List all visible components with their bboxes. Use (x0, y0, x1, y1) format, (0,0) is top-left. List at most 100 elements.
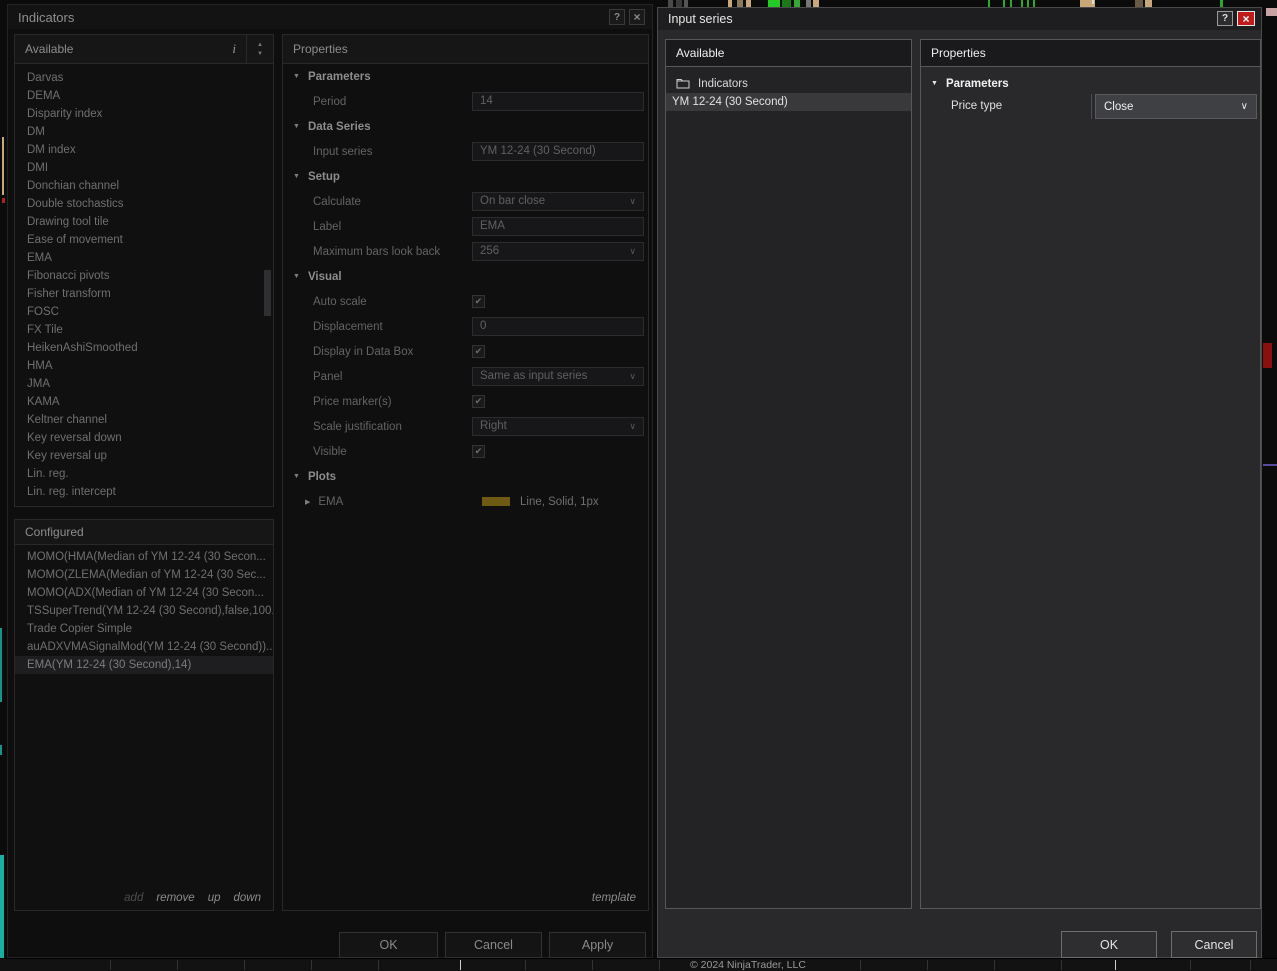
checkbox-visible[interactable]: ✔ (472, 445, 485, 458)
chart-candle-mark (684, 0, 688, 7)
available-panel: Available i ▲ ▼ Darvas DEMA Disparity inde… (14, 34, 274, 507)
info-icon[interactable]: i (222, 41, 246, 57)
cancel-button[interactable]: Cancel (1171, 931, 1257, 958)
add-link[interactable]: add (124, 892, 143, 904)
help-button[interactable]: ? (609, 9, 625, 25)
available-indicator-item[interactable]: FX Tile (15, 321, 273, 339)
configured-indicator-item[interactable]: MOMO(ZLEMA(Median of YM 12-24 (30 Sec... (15, 566, 273, 584)
group-label: Visual (307, 270, 342, 283)
remove-link[interactable]: remove (156, 892, 194, 904)
available-indicator-item[interactable]: JMA (15, 375, 273, 393)
available-indicator-item[interactable]: Darvas (15, 69, 273, 87)
select-panel[interactable]: Same as input series ∨ (472, 367, 644, 386)
price-type-select[interactable]: Close ∨ (1095, 94, 1257, 119)
properties-header-label: Properties (293, 42, 348, 56)
available-indicator-item[interactable]: Key reversal down (15, 429, 273, 447)
axis-tick (378, 960, 379, 970)
available-indicator-item[interactable]: KAMA (15, 393, 273, 411)
available-indicator-item[interactable]: Lin. reg. (15, 465, 273, 483)
help-button[interactable]: ? (1217, 11, 1233, 26)
axis-tick (525, 960, 526, 970)
available-indicator-item[interactable]: DM (15, 123, 273, 141)
input-input-series[interactable]: YM 12-24 (30 Second) (472, 142, 644, 161)
up-link[interactable]: up (208, 892, 221, 904)
property-group-parameters[interactable]: ▼ Parameters (283, 64, 648, 89)
chart-candle-mark (1021, 0, 1023, 7)
chevron-down-icon: ∨ (629, 371, 636, 381)
expand-icon[interactable]: ▶ (305, 498, 310, 506)
available-indicator-item[interactable]: HeikenAshiSmoothed (15, 339, 273, 357)
indicators-titlebar[interactable]: Indicators (8, 5, 652, 29)
property-row-price-marker-s: Price marker(s) ✔ (283, 389, 648, 414)
ok-button[interactable]: OK (1061, 931, 1157, 958)
available-indicator-item[interactable]: FOSC (15, 303, 273, 321)
chart-candle-mark (1033, 0, 1035, 7)
available-indicator-item[interactable]: Disparity index (15, 105, 273, 123)
scrollbar-thumb[interactable] (264, 270, 271, 316)
axis-tick-bright (1115, 960, 1116, 970)
available-indicator-item[interactable]: Drawing tool tile (15, 213, 273, 231)
available-indicator-item[interactable]: Key reversal up (15, 447, 273, 465)
checkbox-price-marker-s[interactable]: ✔ (472, 395, 485, 408)
ok-button[interactable]: OK (339, 932, 438, 958)
available-indicator-item[interactable]: EMA (15, 249, 273, 267)
available-indicator-item[interactable]: HMA (15, 357, 273, 375)
configured-indicator-item[interactable]: auADXVMASignalMod(YM 12-24 (30 Second)).… (15, 638, 273, 656)
parameters-group[interactable]: ▼ Parameters (921, 75, 1260, 92)
available-indicator-item[interactable]: DEMA (15, 87, 273, 105)
property-group-setup[interactable]: ▼ Setup (283, 164, 648, 189)
available-indicator-item[interactable]: Fibonacci pivots (15, 267, 273, 285)
property-group-data-series[interactable]: ▼ Data Series (283, 114, 648, 139)
property-group-plots[interactable]: ▼ Plots (283, 464, 648, 489)
chevron-down-icon: ∨ (629, 196, 636, 206)
property-group-visual[interactable]: ▼ Visual (283, 264, 648, 289)
input-series-titlebar[interactable]: Input series (658, 8, 1261, 30)
property-label: ▶ EMA (305, 495, 344, 508)
configured-indicator-item[interactable]: TSSuperTrend(YM 12-24 (30 Second),false,… (15, 602, 273, 620)
down-link[interactable]: down (234, 892, 262, 904)
configured-header-label: Configured (25, 525, 84, 539)
configured-indicator-item[interactable]: Trade Copier Simple (15, 620, 273, 638)
available-indicator-item[interactable]: DM index (15, 141, 273, 159)
available-indicator-item[interactable]: Fisher transform (15, 285, 273, 303)
close-button[interactable]: × (1237, 11, 1255, 26)
available-indicator-item[interactable]: Double stochastics (15, 195, 273, 213)
available-indicator-item[interactable]: Ease of movement (15, 231, 273, 249)
available-indicator-item[interactable]: Lin. reg. intercept (15, 483, 273, 501)
chart-candle-mark (794, 0, 800, 7)
apply-button[interactable]: Apply (549, 932, 646, 958)
spinner-up-icon[interactable]: ▲ (257, 42, 263, 48)
axis-tick (1250, 960, 1251, 970)
chart-candle-mark (1027, 0, 1029, 7)
available-indicator-item[interactable]: DMI (15, 159, 273, 177)
close-button[interactable]: × (629, 9, 645, 25)
property-label: Input series (313, 145, 373, 158)
series-item-selected[interactable]: YM 12-24 (30 Second) (666, 93, 911, 111)
plot-color-swatch[interactable] (482, 497, 510, 506)
column-divider (1091, 94, 1092, 119)
property-label: Price marker(s) (313, 395, 392, 408)
configured-indicator-item[interactable]: EMA(YM 12-24 (30 Second),14) (15, 656, 273, 674)
indicators-folder-item[interactable]: Indicators (666, 74, 911, 93)
select-maximum-bars-look-back[interactable]: 256 ∨ (472, 242, 644, 261)
input-displacement[interactable]: 0 (472, 317, 644, 336)
select-calculate[interactable]: On bar close ∨ (472, 192, 644, 211)
configured-indicator-item[interactable]: MOMO(ADX(Median of YM 12-24 (30 Secon... (15, 584, 273, 602)
chart-candle-mark (728, 0, 732, 7)
available-indicator-item[interactable]: Donchian channel (15, 177, 273, 195)
checkbox-display-in-data-box[interactable]: ✔ (472, 345, 485, 358)
select-scale-justification[interactable]: Right ∨ (472, 417, 644, 436)
spinner-down-icon[interactable]: ▼ (257, 51, 263, 57)
axis-tick (994, 960, 995, 970)
cancel-button[interactable]: Cancel (445, 932, 542, 958)
configured-indicator-item[interactable]: MOMO(HMA(Median of YM 12-24 (30 Secon... (15, 548, 273, 566)
input-label[interactable]: EMA (472, 217, 644, 236)
folder-label: Indicators (698, 77, 748, 90)
desktop: © 2024 NinjaTrader, LLC Indicators ? × A… (0, 0, 1277, 971)
available-indicator-item[interactable]: Keltner channel (15, 411, 273, 429)
list-scroll-spinner[interactable]: ▲ ▼ (247, 35, 273, 64)
property-row-input-series: Input series YM 12-24 (30 Second) (283, 139, 648, 164)
input-period[interactable]: 14 (472, 92, 644, 111)
checkbox-auto-scale[interactable]: ✔ (472, 295, 485, 308)
template-link[interactable]: template (592, 892, 636, 904)
